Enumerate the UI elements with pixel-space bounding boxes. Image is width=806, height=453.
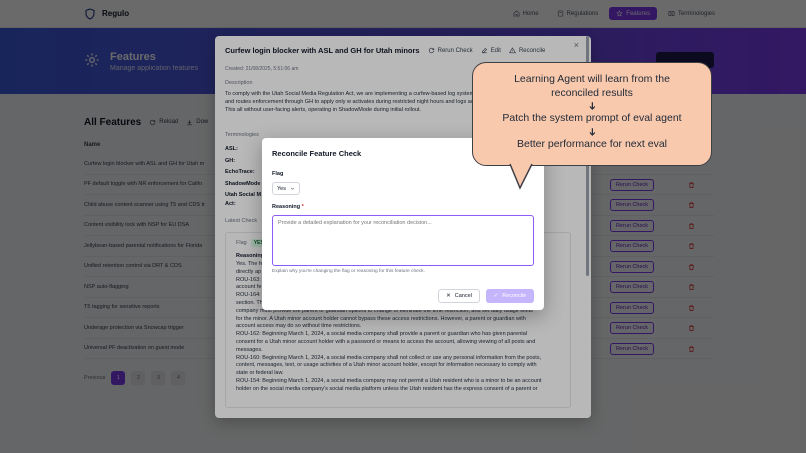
reasoning-field-label: Reasoning *	[272, 204, 304, 210]
close-icon: ✕	[446, 293, 451, 299]
submit-label: Reconcile	[502, 293, 527, 299]
flag-select[interactable]: Yes	[272, 182, 300, 195]
annotation-callout: Learning Agent will learn from the recon…	[472, 62, 712, 166]
arrow-down-icon: ➔	[586, 127, 598, 136]
cancel-button[interactable]: ✕ Cancel	[438, 289, 480, 303]
required-mark: *	[301, 204, 304, 210]
submit-reconcile-button[interactable]: ✓ Reconcile	[486, 289, 534, 303]
reasoning-textarea[interactable]	[272, 215, 534, 266]
dialog-title: Reconcile Feature Check	[272, 149, 362, 158]
check-icon: ✓	[493, 293, 499, 299]
flag-select-value: Yes	[277, 185, 286, 192]
cancel-label: Cancel	[454, 293, 472, 299]
reasoning-help-text: Explain why you're changing the flag or …	[272, 269, 425, 274]
chevron-down-icon	[290, 187, 295, 190]
flag-field-label: Flag	[272, 171, 284, 177]
reasoning-field-label-text: Reasoning	[272, 204, 301, 210]
callout-tail	[509, 161, 533, 190]
